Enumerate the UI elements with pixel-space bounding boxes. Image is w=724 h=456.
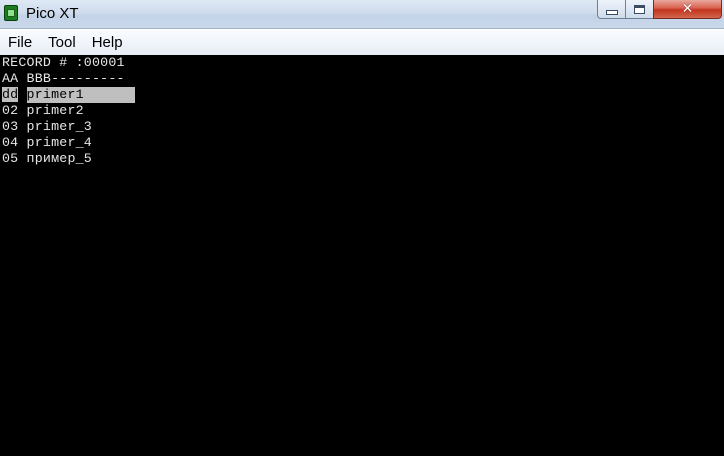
row-code: 05 — [2, 151, 19, 166]
menu-help[interactable]: Help — [84, 34, 131, 51]
maximize-button[interactable] — [625, 0, 654, 19]
close-icon: ✕ — [681, 1, 694, 17]
record-row[interactable]: 02 primer2 — [2, 103, 84, 119]
close-button[interactable]: ✕ — [653, 0, 722, 19]
minimize-button[interactable] — [597, 0, 626, 19]
record-row-selected[interactable]: dd primer1 — [2, 87, 135, 103]
menu-tool[interactable]: Tool — [40, 34, 84, 51]
row-code: 03 — [2, 119, 19, 134]
menu-file[interactable]: File — [0, 34, 40, 51]
record-row[interactable]: 03 primer_3 — [2, 119, 92, 135]
title-bar[interactable]: Pico XT ✕ — [0, 0, 724, 29]
record-row[interactable]: 05 пример_5 — [2, 151, 92, 167]
row-name: primer1 — [26, 87, 135, 103]
row-name: primer2 — [26, 103, 84, 118]
row-name: primer_3 — [26, 119, 92, 134]
pico-app-icon[interactable] — [4, 5, 18, 21]
window-title: Pico XT — [26, 5, 79, 22]
record-header: RECORD # :00001 — [2, 55, 125, 70]
column-header: AA BBB--------- — [2, 71, 125, 86]
menu-bar: File Tool Help — [0, 29, 724, 55]
console-area[interactable]: RECORD # :00001 AA BBB--------- dd prime… — [0, 55, 724, 456]
record-row[interactable]: 04 primer_4 — [2, 135, 92, 151]
row-name: пример_5 — [26, 151, 92, 166]
row-code: 02 — [2, 103, 19, 118]
row-code: 04 — [2, 135, 19, 150]
row-code: dd — [2, 87, 19, 102]
minimize-icon — [605, 9, 618, 15]
row-name: primer_4 — [26, 135, 92, 150]
maximize-icon — [634, 4, 645, 14]
